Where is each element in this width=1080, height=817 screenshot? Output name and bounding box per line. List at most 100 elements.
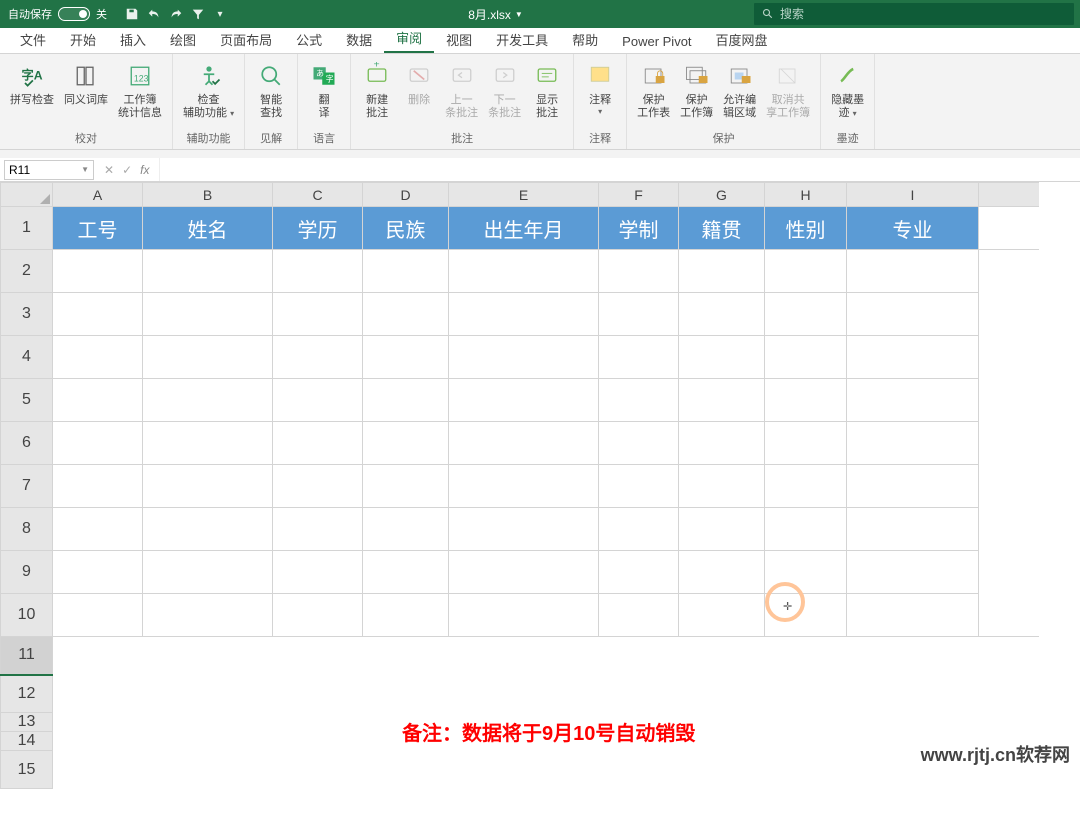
cell[interactable] <box>599 508 679 551</box>
note-cell[interactable]: 备注：数据将于9月10号自动销毁 <box>53 713 1039 751</box>
cell[interactable] <box>449 250 599 293</box>
row-header[interactable]: 14 <box>1 732 53 751</box>
redo-icon[interactable] <box>169 7 183 21</box>
cell[interactable] <box>449 422 599 465</box>
cell[interactable] <box>143 422 273 465</box>
cell[interactable] <box>599 336 679 379</box>
cell[interactable] <box>979 207 1039 250</box>
cell[interactable] <box>273 594 363 637</box>
cell[interactable] <box>449 336 599 379</box>
cell[interactable] <box>847 250 979 293</box>
hide-ink-button[interactable]: 隐藏墨 迹 ▾ <box>827 58 868 122</box>
cell[interactable] <box>679 379 765 422</box>
col-header-b[interactable]: B <box>143 183 273 207</box>
col-header-d[interactable]: D <box>363 183 449 207</box>
cell[interactable] <box>363 250 449 293</box>
row-header[interactable]: 11 <box>1 637 53 675</box>
tab-data[interactable]: 数据 <box>334 25 384 53</box>
cell[interactable] <box>363 422 449 465</box>
cell[interactable] <box>765 594 847 637</box>
row-header[interactable]: 10 <box>1 594 53 637</box>
select-all[interactable] <box>1 183 53 207</box>
cell[interactable] <box>599 594 679 637</box>
cell[interactable] <box>449 465 599 508</box>
cell[interactable] <box>765 293 847 336</box>
cell[interactable] <box>599 293 679 336</box>
cell[interactable] <box>979 422 1039 465</box>
cell[interactable] <box>847 293 979 336</box>
tab-review[interactable]: 审阅 <box>384 23 434 53</box>
translate-button[interactable]: あ字 翻 译 <box>304 58 344 122</box>
col-header-g[interactable]: G <box>679 183 765 207</box>
cell[interactable] <box>143 551 273 594</box>
more-icon[interactable]: ▾ <box>213 7 227 21</box>
row-header[interactable]: 8 <box>1 508 53 551</box>
col-header-c[interactable]: C <box>273 183 363 207</box>
cell[interactable] <box>53 336 143 379</box>
cell[interactable] <box>847 551 979 594</box>
tab-file[interactable]: 文件 <box>8 25 58 53</box>
cell[interactable] <box>363 379 449 422</box>
thesaurus-button[interactable]: 同义词库 <box>60 58 112 109</box>
workbook-stats-button[interactable]: 123 工作簿 统计信息 <box>114 58 166 122</box>
row-header[interactable]: 4 <box>1 336 53 379</box>
cell[interactable] <box>599 465 679 508</box>
cell[interactable] <box>979 551 1039 594</box>
notes-button[interactable]: 注释 ▾ <box>580 58 620 118</box>
cell[interactable] <box>143 379 273 422</box>
cell[interactable]: 工号 <box>53 207 143 250</box>
toggle-switch[interactable] <box>58 7 90 21</box>
cell[interactable] <box>53 675 1039 713</box>
cell[interactable]: 性别 <box>765 207 847 250</box>
cell[interactable] <box>363 594 449 637</box>
cell[interactable] <box>679 465 765 508</box>
autosave-toggle[interactable]: 自动保存 关 <box>0 6 115 22</box>
tab-view[interactable]: 视图 <box>434 25 484 53</box>
cell[interactable] <box>273 551 363 594</box>
cell[interactable] <box>765 465 847 508</box>
row-header[interactable]: 3 <box>1 293 53 336</box>
cell[interactable]: 籍贯 <box>679 207 765 250</box>
cell[interactable] <box>363 551 449 594</box>
cell[interactable]: 学历 <box>273 207 363 250</box>
cell[interactable] <box>847 465 979 508</box>
row-header[interactable]: 2 <box>1 250 53 293</box>
search-box[interactable] <box>754 3 1074 25</box>
cell[interactable] <box>765 250 847 293</box>
cell[interactable] <box>679 293 765 336</box>
save-icon[interactable] <box>125 7 139 21</box>
cell[interactable] <box>765 336 847 379</box>
cell[interactable] <box>53 422 143 465</box>
cell[interactable] <box>979 336 1039 379</box>
row-header[interactable]: 9 <box>1 551 53 594</box>
cell[interactable] <box>53 465 143 508</box>
row-header-1[interactable]: 1 <box>1 207 53 250</box>
cell[interactable] <box>53 551 143 594</box>
cell[interactable] <box>143 293 273 336</box>
cell[interactable] <box>143 250 273 293</box>
cell[interactable] <box>143 465 273 508</box>
cell[interactable] <box>273 508 363 551</box>
cell[interactable] <box>765 508 847 551</box>
cell[interactable] <box>53 379 143 422</box>
cell[interactable] <box>273 379 363 422</box>
cell[interactable] <box>979 250 1039 293</box>
cell[interactable] <box>363 465 449 508</box>
tab-baidu[interactable]: 百度网盘 <box>704 25 780 53</box>
undo-icon[interactable] <box>147 7 161 21</box>
cell[interactable] <box>979 594 1039 637</box>
chevron-down-icon[interactable]: ▼ <box>515 10 523 19</box>
formula-input[interactable] <box>159 158 1080 181</box>
check-accessibility-button[interactable]: 检查 辅助功能 ▾ <box>179 58 238 122</box>
cell[interactable] <box>679 594 765 637</box>
fx-icon[interactable]: fx <box>140 163 149 177</box>
allow-edit-button[interactable]: 允许编 辑区域 <box>719 58 760 122</box>
cell[interactable] <box>979 379 1039 422</box>
cell[interactable] <box>765 422 847 465</box>
cell[interactable] <box>273 336 363 379</box>
col-header-j[interactable] <box>979 183 1039 207</box>
cell[interactable] <box>679 422 765 465</box>
cell[interactable]: 学制 <box>599 207 679 250</box>
protect-sheet-button[interactable]: 保护 工作表 <box>633 58 674 122</box>
cell[interactable] <box>53 293 143 336</box>
